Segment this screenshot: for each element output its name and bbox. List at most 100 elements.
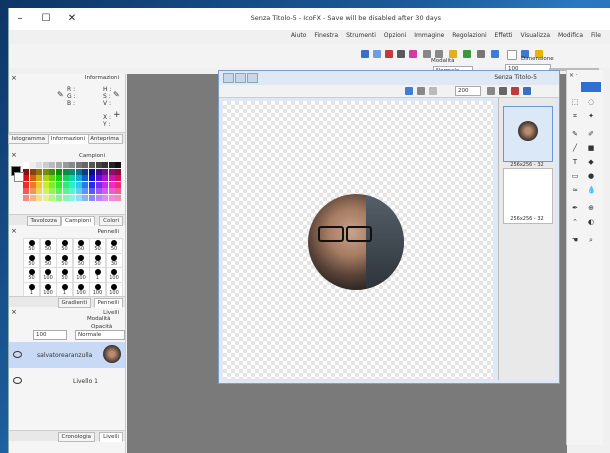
color-swatch[interactable] xyxy=(29,175,36,182)
sharpen-tool-icon[interactable]: ⌃ xyxy=(571,218,579,226)
color-swatch[interactable] xyxy=(42,175,49,182)
fill-tool-icon[interactable]: ◆ xyxy=(587,158,595,166)
color-swatch[interactable] xyxy=(62,195,69,201)
color-swatch[interactable] xyxy=(42,188,49,195)
color-swatch[interactable] xyxy=(56,168,62,175)
layers-modalita-select[interactable]: Normale xyxy=(75,330,125,340)
color-swatch[interactable] xyxy=(69,181,76,188)
color-swatch[interactable] xyxy=(102,188,109,195)
color-swatch[interactable] xyxy=(62,188,69,195)
tab-cronologia[interactable]: Cronologia xyxy=(57,432,95,442)
rect-tool-icon[interactable]: ■ xyxy=(587,144,595,152)
tab-pennelli[interactable]: Pennelli xyxy=(93,298,123,308)
tab-tavolozza[interactable]: Tavolozza xyxy=(26,216,61,226)
color-swatch[interactable] xyxy=(23,181,29,188)
close-icon[interactable]: × xyxy=(11,152,17,159)
tab-informazioni[interactable]: Informazioni xyxy=(46,134,89,144)
color-swatch[interactable] xyxy=(89,168,95,175)
color-swatch[interactable] xyxy=(23,162,29,168)
color-swatch[interactable] xyxy=(89,195,95,201)
color-swatch[interactable] xyxy=(95,195,102,201)
color-swatch[interactable] xyxy=(108,175,115,182)
minimize-button[interactable]: – xyxy=(13,13,27,25)
color-swatch[interactable] xyxy=(82,195,89,201)
blur-tool-icon[interactable]: ● xyxy=(587,172,595,180)
color-swatch[interactable] xyxy=(75,181,82,188)
dropper-tool-icon[interactable]: 💧 xyxy=(587,186,596,194)
color-swatch[interactable] xyxy=(89,175,95,182)
smudge-tool-icon[interactable]: ≈ xyxy=(571,186,579,194)
maximize-button[interactable]: ☐ xyxy=(39,13,53,25)
color-swatch[interactable] xyxy=(69,168,76,175)
palette-icon[interactable] xyxy=(409,50,417,58)
save-icon[interactable] xyxy=(491,50,499,58)
color-swatch-grid[interactable] xyxy=(23,162,123,202)
color-swatch[interactable] xyxy=(49,195,56,201)
color-swatch[interactable] xyxy=(115,181,122,188)
opacity-input[interactable]: 100 xyxy=(33,330,67,340)
color-swatch[interactable] xyxy=(108,162,115,168)
color-swatch[interactable] xyxy=(82,181,89,188)
color-swatch[interactable] xyxy=(115,175,122,182)
color-swatch[interactable] xyxy=(49,162,56,168)
color-swatch[interactable] xyxy=(36,195,43,201)
lasso-tool-icon[interactable]: ◌ xyxy=(587,98,595,106)
color-swatch[interactable] xyxy=(89,188,95,195)
color-swatch[interactable] xyxy=(56,195,62,201)
format-thumbnail[interactable] xyxy=(503,106,553,162)
menu-visualizza[interactable]: Visualizza xyxy=(520,32,550,39)
doc-close-button[interactable] xyxy=(247,73,258,83)
color-swatch[interactable] xyxy=(29,181,36,188)
color-swatch[interactable] xyxy=(56,162,62,168)
color-swatch[interactable] xyxy=(23,195,29,201)
color-swatch[interactable] xyxy=(82,175,89,182)
layer-row[interactable]: salvatorearanzulla xyxy=(9,342,125,368)
tab-colori[interactable]: Colori xyxy=(99,216,123,226)
tab-campioni[interactable]: Campioni xyxy=(61,216,95,226)
color-swatch[interactable] xyxy=(95,188,102,195)
crop-icon[interactable] xyxy=(397,50,405,58)
color-swatch[interactable] xyxy=(108,195,115,201)
color-swatch[interactable] xyxy=(36,188,43,195)
new-icon[interactable] xyxy=(361,50,369,58)
color-swatch[interactable] xyxy=(36,175,43,182)
color-swatch[interactable] xyxy=(102,168,109,175)
color-swatch[interactable] xyxy=(108,181,115,188)
color-swatch[interactable] xyxy=(95,181,102,188)
zoom-icon[interactable] xyxy=(429,87,437,95)
rotate-icon[interactable] xyxy=(487,87,495,95)
menu-effetti[interactable]: Effetti xyxy=(495,32,513,39)
menu-immagine[interactable]: Immagine xyxy=(414,32,444,39)
color-swatch[interactable] xyxy=(75,168,82,175)
color-swatch[interactable] xyxy=(75,188,82,195)
doc-minimize-button[interactable] xyxy=(223,73,234,83)
color-swatch[interactable] xyxy=(89,181,95,188)
color-swatch[interactable] xyxy=(95,175,102,182)
print-icon[interactable] xyxy=(477,50,485,58)
menu-finestra[interactable]: Finestra xyxy=(314,32,338,39)
open-icon[interactable] xyxy=(373,50,381,58)
color-swatch[interactable] xyxy=(69,175,76,182)
color-swatch[interactable] xyxy=(56,188,62,195)
eye-icon[interactable] xyxy=(13,351,22,358)
redo-icon[interactable] xyxy=(435,50,443,58)
color-swatch[interactable] xyxy=(62,162,69,168)
brush-tool-icon[interactable]: ✐ xyxy=(587,130,595,138)
color-swatch[interactable] xyxy=(56,181,62,188)
color-swatch[interactable] xyxy=(82,188,89,195)
color-swatch[interactable] xyxy=(56,175,62,182)
color-swatch[interactable] xyxy=(49,168,56,175)
menu-regolazioni[interactable]: Regolazioni xyxy=(452,32,486,39)
tab-gradienti[interactable]: Gradienti xyxy=(57,298,91,308)
crop-tool-icon[interactable]: ⌗ xyxy=(571,112,579,120)
color-swatch[interactable] xyxy=(62,175,69,182)
color-swatch[interactable] xyxy=(36,162,43,168)
color-swatch[interactable] xyxy=(75,162,82,168)
color-swatch[interactable] xyxy=(115,168,122,175)
eye-icon[interactable] xyxy=(13,377,22,384)
color-swatch[interactable] xyxy=(102,195,109,201)
color-swatch[interactable] xyxy=(36,168,43,175)
background-color-swatch[interactable] xyxy=(14,172,24,182)
close-button[interactable]: ✕ xyxy=(65,13,79,25)
menu-aiuto[interactable]: Aiuto xyxy=(291,32,307,39)
